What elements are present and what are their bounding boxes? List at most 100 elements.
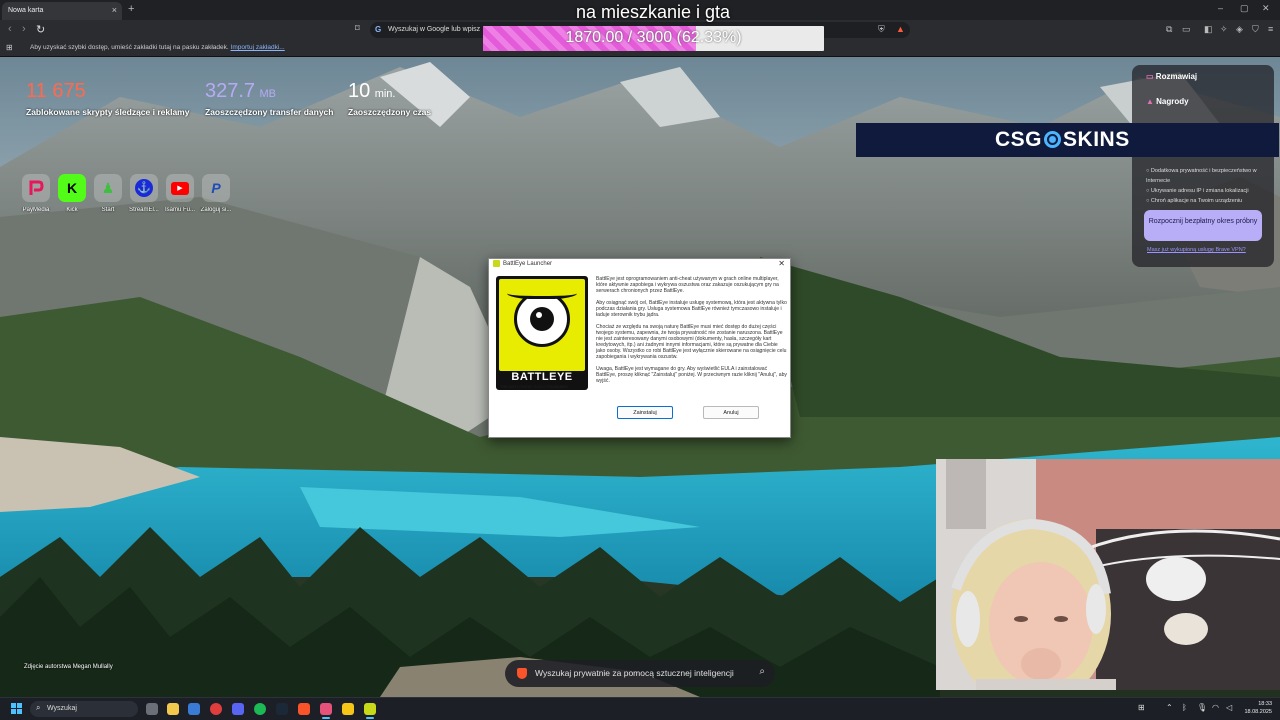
battleye-small-icon xyxy=(493,260,500,267)
start-free-trial-button[interactable]: Rozpocznij bezpłatny okres próbny xyxy=(1144,210,1262,241)
dialog-paragraph: Uwaga, BattlEye jest wymagane do gry. Ab… xyxy=(596,366,787,384)
stat-trackers-label: Zablokowane skrypty śledzące i reklamy xyxy=(26,107,190,117)
brave-icon[interactable] xyxy=(298,703,310,715)
brave-shields-icon[interactable]: ⛨ xyxy=(878,24,885,35)
stat-bandwidth: 327.7 MB Zaoszczędzony transfer danych xyxy=(205,80,333,117)
rockstar-icon[interactable] xyxy=(342,703,354,715)
spotify-icon[interactable] xyxy=(254,703,266,715)
stat-trackers-value: 11 675 xyxy=(26,80,86,102)
shortcut-start[interactable]: ♟ Start xyxy=(90,174,126,213)
discord-icon[interactable] xyxy=(232,703,244,715)
ai-search-placeholder: Wyszukaj prywatnie za pomocą sztucznej i… xyxy=(535,668,734,678)
stat-trackers: 11 675 Zablokowane skrypty śledzące i re… xyxy=(26,80,189,117)
dialog-paragraph: Aby osiągnąć swój cel, BattlEye instaluj… xyxy=(596,300,787,318)
shield-icon[interactable]: ⛉ xyxy=(1252,24,1259,35)
stat-bandwidth-label: Zaoszczędzony transfer danych xyxy=(205,107,334,117)
already-have-vpn-link[interactable]: Masz już wykupioną usługę Brave VPN? xyxy=(1147,247,1246,253)
search-icon: ⌕ xyxy=(759,666,765,677)
volume-icon[interactable]: ◁ xyxy=(1226,703,1232,712)
brave-rewards-icon[interactable]: ▲ xyxy=(896,24,905,34)
chat-item-label: Rozmawiaj xyxy=(1155,72,1198,81)
battleye-taskbar-icon[interactable] xyxy=(364,703,376,719)
wifi-icon[interactable]: ◠ xyxy=(1212,703,1219,712)
shortcut-label: Kick xyxy=(66,207,78,213)
csgskins-logo-icon xyxy=(1044,131,1062,148)
shortcut-streamelements[interactable]: ⚓ StreamEl... xyxy=(126,174,162,213)
youtube-icon: ▶ xyxy=(171,181,189,195)
steam-icon[interactable] xyxy=(276,703,288,715)
battleye-logo: BATTLEYE xyxy=(496,276,588,390)
clock-date: 18.08.2025 xyxy=(1244,709,1272,715)
vpn-benefits-list: ○ Dodatkowa prywatność i bezpieczeństwo … xyxy=(1146,166,1280,206)
wallet-icon[interactable]: ▭ xyxy=(1182,24,1191,35)
stat-time-unit: min. xyxy=(374,88,396,100)
ai-search-box[interactable]: Wyszukaj prywatnie za pomocą sztucznej i… xyxy=(505,660,775,687)
stat-bandwidth-value: 327.7 xyxy=(205,80,256,102)
shortcut-label: Start xyxy=(101,207,115,213)
dialog-close-icon[interactable]: ✕ xyxy=(778,259,785,268)
streamelements-icon: ⚓ xyxy=(135,179,153,197)
chat-icon: ▭ xyxy=(1146,72,1154,81)
widgets-icon[interactable]: ⊞ xyxy=(1138,703,1145,712)
menu-icon[interactable]: ≡ xyxy=(1268,24,1273,34)
obs-icon[interactable] xyxy=(320,703,332,719)
kick-icon: K xyxy=(66,180,78,196)
stat-bandwidth-unit: MB xyxy=(259,88,277,100)
microphone-icon[interactable]: 🎙 xyxy=(1197,703,1207,712)
file-explorer-icon[interactable] xyxy=(167,703,179,715)
tray-chevron-icon[interactable]: ⌃ xyxy=(1166,703,1173,712)
bookmark-icon[interactable]: ⌑ xyxy=(355,23,360,34)
shortcut-youtube[interactable]: ▶ Isamu Fu... xyxy=(162,174,198,213)
leo-icon[interactable]: ✧ xyxy=(1220,24,1228,35)
vpn-icon[interactable]: ◈ xyxy=(1236,24,1243,35)
banner-text-left: CSG xyxy=(995,128,1043,151)
shortcut-kick[interactable]: K Kick xyxy=(54,174,90,213)
paymedia-icon xyxy=(29,180,44,195)
extensions-icon[interactable]: ⧉ xyxy=(1166,24,1172,35)
csgskins-banner: CSG SKINS xyxy=(856,123,1279,157)
shortcut-paypal[interactable]: P Zaloguj si... xyxy=(198,174,234,213)
rewards-item[interactable]: ▲ Nagrody xyxy=(1146,97,1189,106)
reload-icon[interactable]: ↻ xyxy=(36,23,45,36)
stream-goal-title: na mieszkanie i gta xyxy=(575,2,731,22)
clock-time: 18:33 xyxy=(1258,701,1272,707)
chat-item[interactable]: ▭ Rozmawiaj xyxy=(1146,72,1197,81)
bookmarks-hint: Aby uzyskać szybki dostęp, umieść zakład… xyxy=(30,44,229,51)
cancel-button[interactable]: Anuluj xyxy=(703,406,759,419)
dialog-paragraph: Chociaż ze względu na swoją naturę Battl… xyxy=(596,324,787,360)
google-icon: G xyxy=(375,25,382,34)
forward-arrow-icon[interactable]: › xyxy=(22,23,26,35)
vpn-benefit: ○ Chroń aplikacje na Twoim urządzeniu xyxy=(1146,198,1243,204)
stat-time: 10 min. Zaoszczędzony czas xyxy=(348,80,431,117)
bluetooth-icon[interactable]: ᛒ xyxy=(1182,703,1187,712)
shortcut-label: Zaloguj si... xyxy=(200,207,232,213)
import-bookmarks-link[interactable]: Importuj zakładki... xyxy=(231,44,285,51)
address-bar-text: Wyszukaj w Google lub wpisz xyxy=(388,26,481,33)
back-arrow-icon[interactable]: ‹ xyxy=(8,23,12,35)
task-view-icon[interactable] xyxy=(146,703,158,715)
shortcut-label: StreamEl... xyxy=(129,207,159,213)
app-icon[interactable] xyxy=(210,703,222,715)
windows-taskbar: ⌕ Wyszukaj ⊞ ⌃ ᛒ 🎙 ◠ ◁ 18:33 18.08.2025 xyxy=(0,697,1280,720)
goal-progress-text: 1870.00 / 3000 (62.33%) xyxy=(565,29,742,46)
photo-credit: Zdjęcie autorstwa Megan Mullally xyxy=(24,664,113,670)
install-button[interactable]: Zainstaluj xyxy=(617,406,673,419)
logo-wordmark: BATTLEYE xyxy=(511,371,573,383)
store-icon[interactable] xyxy=(188,703,200,715)
sidebar-icon[interactable]: ◧ xyxy=(1204,24,1213,35)
taskbar-search[interactable]: ⌕ Wyszukaj xyxy=(30,701,138,717)
apps-grid-icon[interactable]: ⊞ xyxy=(6,43,13,52)
rewards-triangle-icon: ▲ xyxy=(1146,97,1154,106)
vpn-benefit: ○ Dodatkowa prywatność i bezpieczeństwo … xyxy=(1146,168,1257,184)
start-icon: ♟ xyxy=(101,179,115,196)
search-icon: ⌕ xyxy=(36,703,41,712)
taskbar-clock[interactable]: 18:33 18.08.2025 xyxy=(1240,700,1272,716)
vpn-benefit: ○ Ukrywanie adresu IP i zmiana lokalizac… xyxy=(1146,188,1249,194)
dialog-titlebar: BattlEye Launcher ✕ xyxy=(489,259,790,270)
logo-tagline: THE ANTI-CHEAT GOLD STANDARD xyxy=(500,384,568,389)
stat-time-label: Zaoszczędzony czas xyxy=(348,107,432,117)
stat-time-value: 10 xyxy=(348,80,371,102)
taskbar-search-label: Wyszukaj xyxy=(47,705,77,712)
windows-start-icon[interactable] xyxy=(11,703,23,715)
shortcut-paymedia[interactable]: PayMedia xyxy=(18,174,54,213)
